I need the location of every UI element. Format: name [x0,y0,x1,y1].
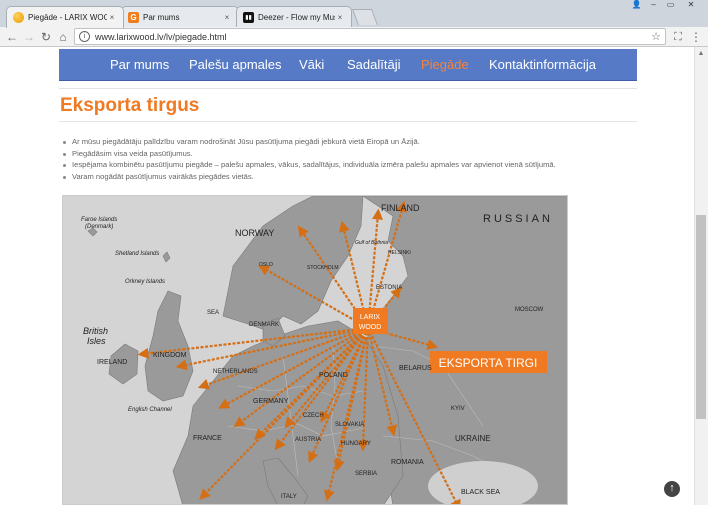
map-label: IRELAND [97,359,127,366]
close-icon[interactable]: × [222,13,232,22]
map-label: SLOVAKIA [335,422,364,428]
tab-title: Piegāde - LARIX WOOD [28,13,107,22]
browser-tab-par-mums[interactable]: G Par mums × [121,6,239,28]
divider [59,121,637,122]
browser-tab-piegade[interactable]: Piegāde - LARIX WOOD × [6,6,124,28]
forward-arrow-icon[interactable]: → [21,29,37,45]
minimize-icon[interactable]: – [645,0,662,10]
info-list: Ar mūsu piegādātāju palīdzību varam nodr… [62,136,632,182]
map-label: RUSSIAN [483,213,553,225]
map-label: POLAND [319,372,348,379]
map-label: FRANCE [193,435,222,442]
europe-map: LARIX WOOD EKSPORTA TIRGI FINLAND RUSSIA… [63,196,567,504]
map-label: BELARUS [399,365,432,372]
deezer-favicon-icon: ▮▮ [243,12,254,23]
globe-favicon-icon [13,12,24,23]
scrollbar-thumb[interactable] [696,215,706,419]
map-label: Faroe Islands [81,217,117,223]
tab-title: Par mums [143,13,180,22]
back-to-top-icon[interactable]: ↑ [664,481,680,497]
logo-text: WOOD [359,324,382,331]
bookmark-star-icon[interactable]: ☆ [651,30,661,43]
logo-text: LARIX [360,314,381,321]
map-label: HELSINKI [388,250,411,256]
nav-item-par-mums[interactable]: Par mums [110,57,169,72]
maximize-icon[interactable]: ▭ [662,0,679,10]
new-tab-button[interactable] [352,9,378,25]
map-label: UKRAINE [455,434,491,443]
map-label: Gulf of Bothnia [355,240,388,246]
map-label: OSLO [259,262,273,268]
list-item: Piegādāsim visa veida pasūtījumus. [62,148,632,160]
map-label: GERMANY [253,398,289,405]
map-label: Isles [87,336,106,346]
map-label: Orkney Islands [125,279,165,285]
map-label: BLACK SEA [461,489,500,496]
scroll-up-icon[interactable]: ▲ [694,47,708,61]
map-label: ITALY [281,494,297,500]
map-label: KINGDOM [153,352,187,359]
map-label: NORWAY [235,228,274,238]
nav-item-kontaktinformacija[interactable]: Kontaktinformācija [489,57,596,72]
close-icon[interactable]: × [335,13,345,22]
map-label: (Denmark) [85,224,113,230]
extension-icon[interactable]: ⛶ [670,29,686,45]
export-map-image: LARIX WOOD EKSPORTA TIRGI FINLAND RUSSIA… [62,195,568,505]
map-label: CZECH [303,413,324,419]
info-icon[interactable]: i [79,31,90,42]
profile-icon[interactable]: 👤 [628,0,645,10]
map-label: KYIV [451,406,465,412]
nav-item-palesu-apmales[interactable]: Palešu apmales [189,57,282,72]
map-label: ESTONIA [376,285,402,291]
g-favicon-icon: G [128,12,139,23]
map-label: British [83,326,108,336]
divider [59,88,637,89]
map-label: English Channel [128,407,172,413]
map-label: NETHERLANDS [213,369,258,375]
window-close-icon[interactable]: ✕ [679,0,703,10]
map-label: MOSCOW [515,307,544,313]
menu-icon[interactable]: ⋮ [688,29,704,45]
nav-item-piegade[interactable]: Piegāde [421,57,469,72]
reload-icon[interactable]: ↻ [38,29,54,45]
browser-tab-bar: Piegāde - LARIX WOOD × G Par mums × ▮▮ D… [0,0,708,28]
back-arrow-icon[interactable]: ← [4,29,20,45]
map-label: DENMARK [249,322,279,328]
map-label: AUSTRIA [295,437,321,443]
page-title: Eksporta tirgus [60,95,200,116]
list-item: Varam nogādāt pasūtījumus vairākās piegā… [62,171,632,183]
map-label: SERBIA [355,471,377,477]
list-item: Ar mūsu piegādātāju palīdzību varam nodr… [62,136,632,148]
site-navbar: Par mums Palešu apmales Vāki Sadalītāji … [59,49,637,81]
map-label: FINLAND [381,203,420,213]
home-icon[interactable]: ⌂ [55,29,71,45]
browser-tab-deezer[interactable]: ▮▮ Deezer - Flow my Music × [236,6,352,28]
map-label: Shetland Islands [115,251,159,257]
map-label: SEA [207,310,219,316]
address-bar[interactable]: i www.larixwood.lv/lv/piegade.html ☆ [74,28,666,45]
close-icon[interactable]: × [107,13,117,22]
browser-toolbar: ← → ↻ ⌂ i www.larixwood.lv/lv/piegade.ht… [0,27,708,47]
badge-text: EKSPORTA TIRGI [439,356,538,370]
map-label: ROMANIA [391,459,424,466]
map-label: HUNGARY [341,441,371,447]
map-label: STOCKHOLM [307,265,339,271]
nav-item-sadalitaji[interactable]: Sadalītāji [347,57,400,72]
address-url: www.larixwood.lv/lv/piegade.html [95,31,227,42]
list-item: Iespējama kombinētu pasūtījumu piegāde –… [62,159,632,171]
tab-title: Deezer - Flow my Music [258,13,335,22]
nav-item-vaki[interactable]: Vāki [299,57,324,72]
